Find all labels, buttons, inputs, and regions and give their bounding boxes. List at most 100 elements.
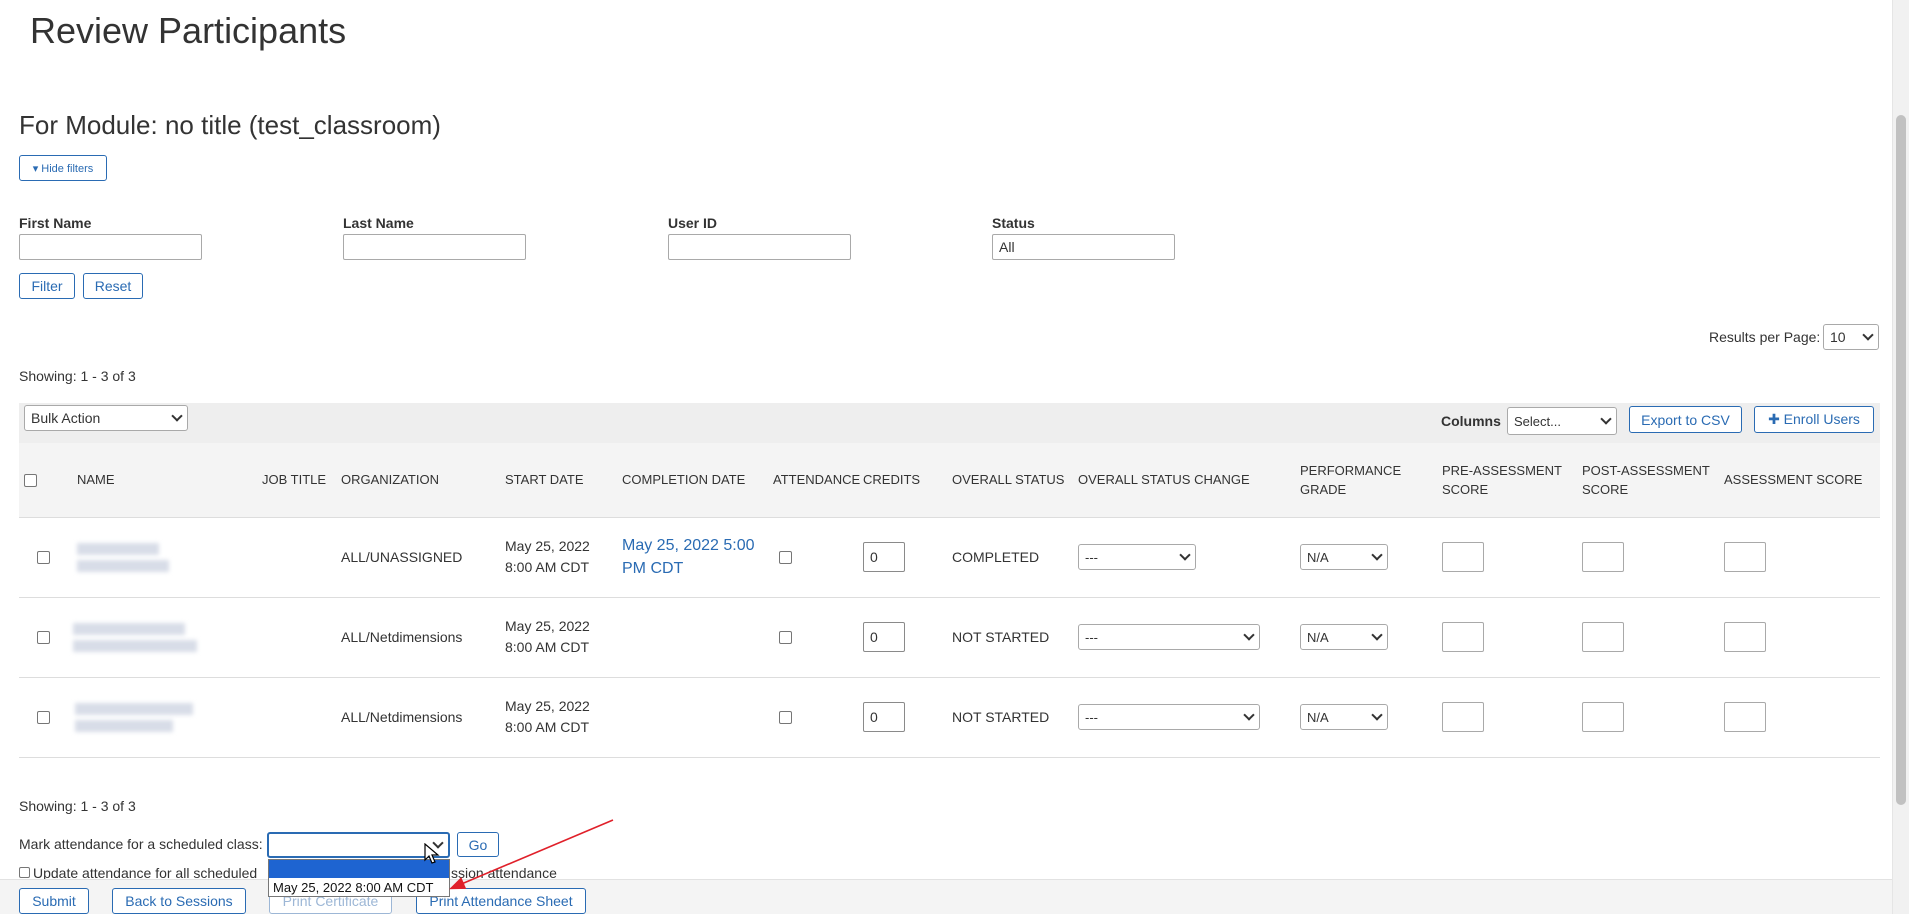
organization-cell: ALL/UNASSIGNED xyxy=(335,517,499,598)
participants-table: NAME JOB TITLE ORGANIZATION START DATE C… xyxy=(19,443,1880,758)
chevron-down-icon xyxy=(1371,549,1383,561)
header-organization[interactable]: ORGANIZATION xyxy=(335,443,499,518)
participant-name-redacted[interactable] xyxy=(77,542,250,572)
first-name-input[interactable] xyxy=(19,234,202,260)
status-change-select[interactable]: --- xyxy=(1078,624,1260,650)
header-name[interactable]: NAME xyxy=(71,443,256,518)
status-change-value: --- xyxy=(1085,549,1098,565)
performance-grade-select[interactable]: N/A xyxy=(1300,544,1388,570)
overall-status-cell: NOT STARTED xyxy=(946,597,1072,678)
chevron-down-icon xyxy=(1179,549,1191,561)
header-performance-grade: PERFORMANCE GRADE xyxy=(1294,443,1436,518)
start-date-cell: May 25, 2022 8:00 AM CDT xyxy=(499,677,616,758)
completion-date-cell xyxy=(616,597,767,678)
performance-grade-value: N/A xyxy=(1307,549,1329,565)
header-attendance: ATTENDANCE xyxy=(767,443,860,518)
post-assessment-input[interactable] xyxy=(1582,622,1624,652)
status-input[interactable] xyxy=(992,234,1175,260)
table-header-row: NAME JOB TITLE ORGANIZATION START DATE C… xyxy=(19,443,1880,518)
bulk-action-select[interactable]: Bulk Action xyxy=(24,405,188,431)
results-per-page-label: Results per Page: xyxy=(1709,329,1821,345)
enroll-users-button[interactable]: ✚ Enroll Users xyxy=(1754,406,1874,433)
scheduled-class-select[interactable] xyxy=(267,832,450,858)
performance-grade-value: N/A xyxy=(1307,629,1329,645)
chevron-down-icon xyxy=(1243,629,1255,641)
pre-assessment-input[interactable] xyxy=(1442,542,1484,572)
row-select-checkbox[interactable] xyxy=(37,551,50,565)
mouse-cursor-icon xyxy=(424,843,440,864)
header-job-title[interactable]: JOB TITLE xyxy=(256,443,335,518)
select-all-checkbox[interactable] xyxy=(24,474,37,488)
page-scrollbar[interactable] xyxy=(1892,0,1909,914)
chevron-down-icon xyxy=(1862,329,1874,341)
hide-filters-button[interactable]: ▾ Hide filters xyxy=(19,155,107,181)
chevron-down-icon xyxy=(1243,709,1255,721)
pre-assessment-input[interactable] xyxy=(1442,702,1484,732)
post-assessment-input[interactable] xyxy=(1582,542,1624,572)
header-overall-status[interactable]: OVERALL STATUS xyxy=(946,443,1072,518)
performance-grade-select[interactable]: N/A xyxy=(1300,704,1388,730)
back-to-sessions-button[interactable]: Back to Sessions xyxy=(112,888,246,914)
chevron-down-icon xyxy=(1371,629,1383,641)
chevron-down-icon xyxy=(171,410,183,422)
results-per-page-select[interactable]: 10 xyxy=(1823,324,1879,350)
credits-input[interactable] xyxy=(863,702,905,732)
organization-cell: ALL/Netdimensions xyxy=(335,597,499,678)
dropdown-option-class[interactable]: May 25, 2022 8:00 AM CDT xyxy=(269,878,449,897)
credits-input[interactable] xyxy=(863,622,905,652)
bulk-action-value: Bulk Action xyxy=(31,410,101,426)
status-change-value: --- xyxy=(1085,629,1098,645)
filter-button[interactable]: Filter xyxy=(19,273,75,299)
header-credits: CREDITS xyxy=(857,443,946,518)
participant-name-redacted[interactable] xyxy=(73,622,250,652)
columns-select-value: Select... xyxy=(1514,413,1561,429)
module-title: For Module: no title (test_classroom) xyxy=(19,110,441,140)
header-overall-status-change: OVERALL STATUS CHANGE xyxy=(1072,443,1294,518)
overall-status-cell: NOT STARTED xyxy=(946,677,1072,758)
dropdown-option-blank[interactable] xyxy=(269,860,449,878)
pre-assessment-input[interactable] xyxy=(1442,622,1484,652)
row-select-checkbox[interactable] xyxy=(37,631,50,645)
last-name-input[interactable] xyxy=(343,234,526,260)
assessment-score-input[interactable] xyxy=(1724,622,1766,652)
columns-label: Columns xyxy=(1441,413,1501,429)
completion-date-link[interactable]: May 25, 2022 5:00 PM CDT xyxy=(622,537,755,577)
columns-select[interactable]: Select... xyxy=(1507,407,1617,435)
submit-button[interactable]: Submit xyxy=(19,888,89,914)
status-change-select[interactable]: --- xyxy=(1078,544,1196,570)
attendance-checkbox[interactable] xyxy=(779,551,792,565)
status-label: Status xyxy=(992,215,1035,231)
table-row: ALL/Netdimensions May 25, 2022 8:00 AM C… xyxy=(19,597,1880,678)
go-button[interactable]: Go xyxy=(457,832,499,857)
participant-name-redacted[interactable] xyxy=(75,702,250,732)
assessment-score-input[interactable] xyxy=(1724,542,1766,572)
organization-cell: ALL/Netdimensions xyxy=(335,677,499,758)
attendance-checkbox[interactable] xyxy=(779,631,792,645)
row-select-checkbox[interactable] xyxy=(37,711,50,725)
showing-count-bottom: Showing: 1 - 3 of 3 xyxy=(19,798,136,814)
scrollbar-thumb[interactable] xyxy=(1896,115,1906,805)
header-post-assessment-score: POST-ASSESSMENT SCORE xyxy=(1576,443,1718,518)
credits-input[interactable] xyxy=(863,542,905,572)
header-start-date[interactable]: START DATE xyxy=(499,443,616,518)
user-id-input[interactable] xyxy=(668,234,851,260)
reset-button[interactable]: Reset xyxy=(83,273,143,299)
start-date-cell: May 25, 2022 8:00 AM CDT xyxy=(499,597,616,678)
mark-attendance-label: Mark attendance for a scheduled class: xyxy=(19,836,263,852)
last-name-label: Last Name xyxy=(343,215,414,231)
results-per-page-value: 10 xyxy=(1830,329,1846,345)
post-assessment-input[interactable] xyxy=(1582,702,1624,732)
status-change-value: --- xyxy=(1085,709,1098,725)
export-csv-button[interactable]: Export to CSV xyxy=(1629,406,1742,433)
overall-status-cell: COMPLETED xyxy=(946,517,1072,598)
status-change-select[interactable]: --- xyxy=(1078,704,1260,730)
job-title-cell xyxy=(256,517,335,598)
update-attendance-checkbox[interactable] xyxy=(19,867,30,878)
performance-grade-select[interactable]: N/A xyxy=(1300,624,1388,650)
assessment-score-input[interactable] xyxy=(1724,702,1766,732)
header-completion-date[interactable]: COMPLETION DATE xyxy=(616,443,767,518)
scheduled-class-dropdown: May 25, 2022 8:00 AM CDT xyxy=(268,859,450,897)
chevron-down-icon xyxy=(1371,709,1383,721)
attendance-checkbox[interactable] xyxy=(779,711,792,725)
page-title: Review Participants xyxy=(30,10,347,51)
